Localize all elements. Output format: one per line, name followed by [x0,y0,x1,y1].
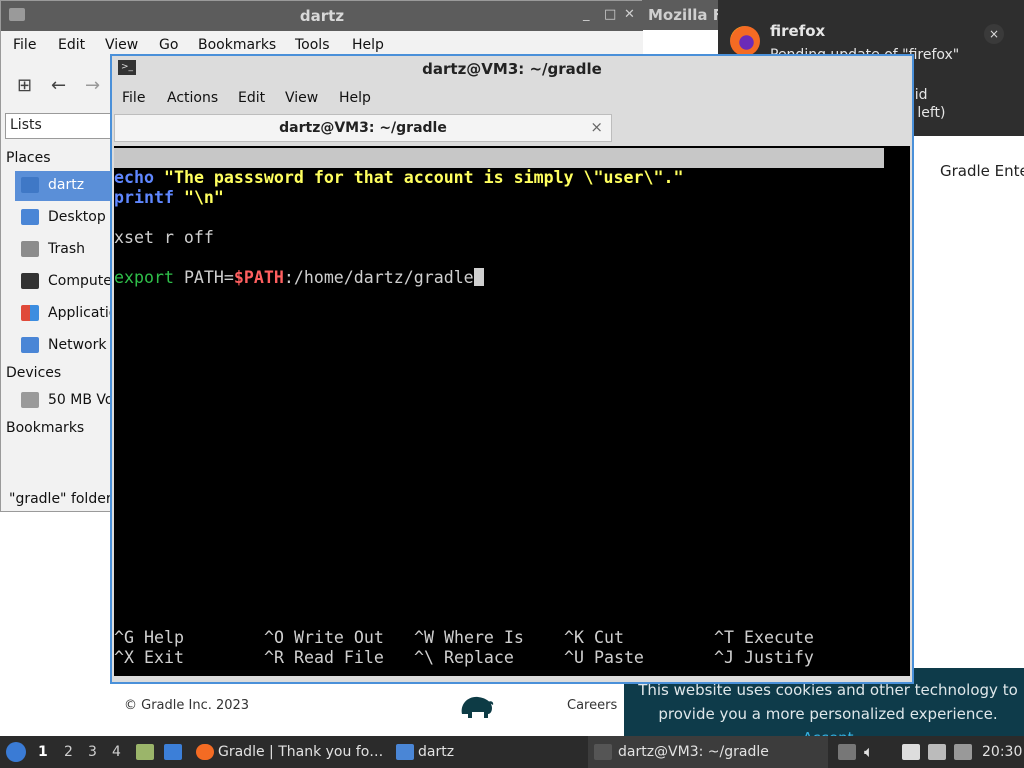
devices-heading: Devices [6,365,62,381]
maximize-icon[interactable]: □ [604,7,616,22]
firefox-logo-icon [730,26,760,56]
computer-icon [21,273,39,289]
minimize-icon[interactable]: _ [583,7,590,22]
menu-help[interactable]: Help [352,37,384,53]
status-bar-text: "gradle" folder [9,491,112,507]
toolbar: ⊞ ← → [1,61,111,111]
shortcut-exit: ^X Exit [114,648,184,667]
workspace-2[interactable]: 2 [64,744,73,760]
trash-icon [21,241,39,257]
code-line: echo "The passsword for that account is … [114,168,684,187]
menu-go[interactable]: Go [159,37,178,53]
place-applications[interactable]: Applicatio [15,299,117,329]
shortcut-help: ^G Help [114,628,184,647]
nano-header: GNU nano 6.2 /home/dartz/.bashrc * [114,148,884,207]
applications-icon [21,305,39,321]
home-folder-icon [21,177,39,193]
place-dartz[interactable]: dartz [15,171,111,201]
cookie-text: This website uses cookies and other tech… [638,681,1018,723]
firefox-titlebar[interactable]: Mozilla F [642,0,724,30]
task-terminal-active[interactable]: dartz@VM3: ~/gradle [588,736,828,768]
bookmarks-heading: Bookmarks [6,420,85,436]
device-volume[interactable]: 50 MB Vo [15,386,113,416]
terminal-titlebar[interactable]: >_ dartz@VM3: ~/gradle [112,56,912,82]
volume-icon[interactable]: 🔈︎ [864,742,874,762]
notification-close-icon[interactable]: × [984,24,1004,44]
places-heading: Places [6,150,51,166]
menu-view[interactable]: View [105,37,138,53]
workspace-1[interactable]: 1 [38,744,48,760]
menu-view[interactable]: View [285,90,318,106]
text-cursor [473,268,484,286]
tab-close-icon[interactable]: × [590,118,603,136]
nano-filename: /home/dartz/.bashrc * [424,188,634,207]
terminal-menubar: File Actions Edit View Help [112,84,912,112]
code-line: xset r off [114,228,214,247]
page-heading-fragment: Gradle Ente [940,162,1024,180]
side-pane-mode-select[interactable]: Lists [5,113,111,139]
menu-actions[interactable]: Actions [167,90,218,106]
footer-careers-link[interactable]: Careers [567,698,617,713]
file-manager-titlebar[interactable]: dartz _ □ ✕ [1,1,643,31]
place-trash[interactable]: Trash [15,235,111,265]
back-arrow-icon[interactable]: ← [51,75,66,96]
menu-edit[interactable]: Edit [58,37,85,53]
shortcut-cut: ^K Cut [564,628,624,647]
firefox-task-icon [196,744,214,760]
task-terminal-label: dartz@VM3: ~/gradle [618,744,769,760]
place-computer[interactable]: Compute [15,267,112,297]
code-line: export PATH=$PATH:/home/dartz/gradle [114,268,484,288]
menu-file[interactable]: File [13,37,36,53]
show-desktop-icon[interactable] [164,744,182,760]
shortcut-read-file: ^R Read File [264,648,384,667]
terminal-tab[interactable]: dartz@VM3: ~/gradle × [114,114,612,142]
shortcut-write-out: ^O Write Out [264,628,384,647]
tab-label: dartz@VM3: ~/gradle [279,120,447,136]
notification-tray-icon[interactable] [954,744,972,760]
shortcut-justify: ^J Justify [714,648,814,667]
notification-app-name: firefox [770,22,826,40]
task-file-manager[interactable]: dartz [418,744,454,760]
workspace-3[interactable]: 3 [88,744,97,760]
footer-copyright: © Gradle Inc. 2023 [124,698,250,713]
clock[interactable]: 20:30 [982,744,1022,760]
shortcut-execute: ^T Execute [714,628,814,647]
workspace-4[interactable]: 4 [112,744,121,760]
close-icon[interactable]: ✕ [624,7,635,22]
network-folder-icon [21,337,39,353]
shortcut-replace: ^\ Replace [414,648,514,667]
shortcut-where-is: ^W Where Is [414,628,524,647]
window-title: dartz [299,7,345,25]
menu-bookmarks[interactable]: Bookmarks [198,37,276,53]
code-line: printf "\n" [114,188,224,207]
file-manager-launcher-icon[interactable] [136,744,154,760]
menu-help[interactable]: Help [339,90,371,106]
menu-tools[interactable]: Tools [295,37,330,53]
shortcut-paste: ^U Paste [564,648,644,667]
drive-icon [21,392,39,408]
menu-edit[interactable]: Edit [238,90,265,106]
new-tab-icon[interactable]: ⊞ [17,75,32,96]
lists-label: Lists [10,117,42,133]
forward-arrow-icon[interactable]: → [85,75,100,96]
update-icon[interactable] [838,744,856,760]
task-firefox[interactable]: Gradle | Thank you fo… [218,744,383,760]
desktop-folder-icon [21,209,39,225]
terminal-title: dartz@VM3: ~/gradle [422,60,602,78]
menu-file[interactable]: File [122,90,145,106]
terminal-window: >_ dartz@VM3: ~/gradle File Actions Edit… [110,54,914,684]
clipboard-icon[interactable] [902,744,920,760]
place-desktop[interactable]: Desktop [15,203,111,233]
terminal-screen[interactable]: GNU nano 6.2 /home/dartz/.bashrc * echo … [114,146,910,676]
gradle-elephant-logo-icon[interactable] [458,690,496,720]
taskbar: 1 2 3 4 Gradle | Thank you fo… dartz dar… [0,736,1024,768]
folder-task-icon [396,744,414,760]
network-icon[interactable] [928,744,946,760]
firefox-title: Mozilla F [648,6,723,24]
terminal-task-icon [594,744,612,760]
place-network[interactable]: Network [15,331,111,361]
start-menu-icon[interactable] [6,742,26,762]
